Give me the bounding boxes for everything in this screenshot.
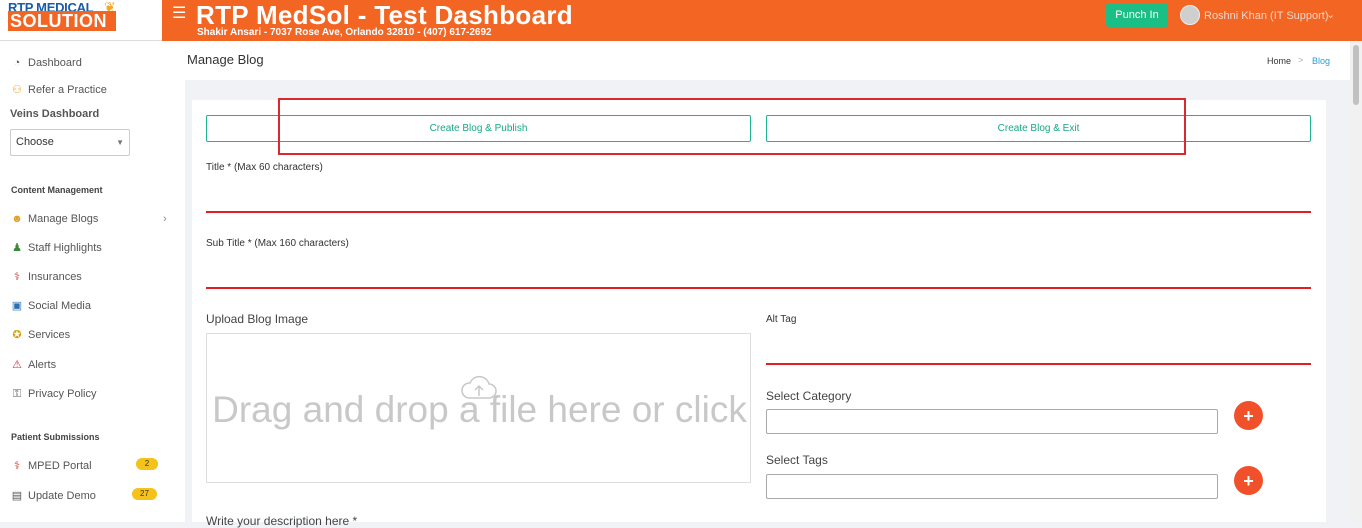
veins-select[interactable]: Choose ▼: [10, 129, 130, 156]
description-label: Write your description here *: [206, 514, 358, 528]
user-name[interactable]: Roshni Khan (IT Support): [1204, 10, 1329, 22]
breadcrumb-current[interactable]: Blog: [1312, 56, 1330, 66]
sidebar-item-staff-highlights[interactable]: ♟ Staff Highlights: [10, 241, 102, 255]
sidebar-item-social-media[interactable]: ▣ Social Media: [10, 299, 91, 313]
tags-select[interactable]: [766, 474, 1218, 499]
content-management-heading: Content Management: [11, 185, 103, 195]
alert-icon: ⚠: [12, 359, 22, 371]
sidebar-item-label: Manage Blogs: [28, 213, 99, 225]
sidebar-item-label: Insurances: [28, 271, 82, 283]
sidebar-item-label: Refer a Practice: [28, 84, 107, 96]
sidebar-item-label: Privacy Policy: [28, 388, 97, 400]
sidebar-item-label: MPED Portal: [28, 460, 92, 472]
staff-icon: ♟: [12, 242, 22, 254]
sidebar-item-label: Staff Highlights: [28, 242, 102, 254]
select-arrow-icon: ▼: [116, 138, 124, 147]
chevron-right-icon[interactable]: ›: [163, 213, 167, 225]
title-label: Title * (Max 60 characters): [206, 162, 323, 173]
blog-icon: ☻: [11, 213, 23, 225]
alt-tag-input[interactable]: [766, 337, 1311, 365]
subtitle-input[interactable]: [206, 261, 1311, 289]
alt-tag-label: Alt Tag: [766, 314, 797, 325]
sidebar-item-label: Services: [28, 329, 71, 341]
add-tag-button[interactable]: +: [1234, 466, 1263, 495]
sidebar-item-label: Social Media: [28, 300, 91, 312]
sidebar-item-label: Alerts: [28, 359, 57, 371]
gauge-icon: ◔: [13, 57, 21, 69]
title-input[interactable]: [206, 185, 1311, 213]
dropzone-text: Drag and drop a file here or click: [212, 389, 747, 430]
sidebar-item-update-demo[interactable]: ▤ Update Demo: [10, 489, 96, 503]
sidebar: ◔ Dashboard ⚇ Refer a Practice Veins Das…: [0, 41, 185, 522]
scrollbar[interactable]: [1350, 41, 1362, 522]
status-badge: 27: [132, 488, 157, 500]
scroll-thumb[interactable]: [1353, 45, 1359, 105]
insurance-icon: ⚕: [14, 271, 20, 283]
breadcrumb-home[interactable]: Home: [1267, 56, 1291, 66]
privacy-icon: ⚿: [12, 388, 22, 400]
create-publish-button[interactable]: Create Blog & Publish: [206, 115, 751, 142]
chevron-down-icon[interactable]: ⌄: [1326, 8, 1335, 21]
image-dropzone[interactable]: Drag and drop a file here or click: [206, 333, 751, 483]
status-badge: 2: [136, 458, 158, 470]
category-label: Select Category: [766, 389, 852, 403]
sidebar-item-label: Update Demo: [28, 490, 96, 502]
logo-bottom-text: SOLUTION: [8, 11, 116, 31]
sidebar-item-refer[interactable]: ⚇ Refer a Practice: [10, 83, 107, 97]
page-title: Manage Blog: [187, 52, 264, 67]
sidebar-item-privacy-policy[interactable]: ⚿ Privacy Policy: [10, 387, 97, 401]
menu-icon[interactable]: ☰: [172, 3, 186, 23]
tags-label: Select Tags: [766, 453, 828, 467]
punch-in-button[interactable]: Punch In: [1106, 3, 1168, 27]
sidebar-item-dashboard[interactable]: ◔ Dashboard: [10, 56, 82, 70]
social-icon: ▣: [11, 300, 23, 312]
patient-submissions-heading: Patient Submissions: [11, 432, 100, 442]
sidebar-item-services[interactable]: ✪ Services: [10, 328, 70, 342]
upload-label: Upload Blog Image: [206, 312, 309, 326]
sidebar-item-mped-portal[interactable]: ⚕ MPED Portal: [10, 459, 92, 473]
veins-select-value: Choose: [16, 136, 54, 148]
create-exit-button[interactable]: Create Blog & Exit: [766, 115, 1311, 142]
demo-icon: ▤: [11, 490, 23, 502]
sidebar-item-manage-blogs[interactable]: ☻ Manage Blogs: [10, 212, 98, 226]
add-category-button[interactable]: +: [1234, 401, 1263, 430]
sidebar-item-alerts[interactable]: ⚠ Alerts: [10, 358, 56, 372]
portal-icon: ⚕: [14, 460, 20, 472]
avatar[interactable]: [1180, 5, 1200, 25]
top-bar: ☰ RTP MedSol - Test Dashboard Shakir Ans…: [162, 0, 1362, 41]
blog-form-card: Create Blog & Publish Create Blog & Exit…: [192, 98, 1326, 528]
refer-icon: ⚇: [12, 84, 22, 96]
category-select[interactable]: [766, 409, 1218, 434]
sidebar-item-label: Dashboard: [28, 57, 82, 69]
sidebar-item-insurances[interactable]: ⚕ Insurances: [10, 270, 82, 284]
logo[interactable]: RTP MEDICAL ❦ SOLUTION: [0, 0, 162, 41]
veins-dashboard-label: Veins Dashboard: [10, 108, 100, 120]
page-header: Manage Blog Home > Blog: [185, 41, 1358, 80]
breadcrumb-separator: >: [1298, 55, 1304, 65]
app-subtitle: Shakir Ansari - 7037 Rose Ave, Orlando 3…: [197, 27, 492, 38]
services-icon: ✪: [12, 329, 22, 341]
subtitle-label: Sub Title * (Max 160 characters): [206, 238, 349, 249]
